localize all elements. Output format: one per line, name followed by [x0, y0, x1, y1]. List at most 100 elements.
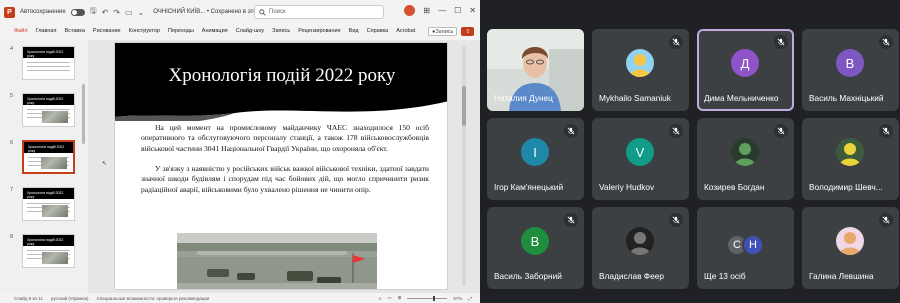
slide-scroll-thumb[interactable] — [462, 86, 466, 126]
account-avatar[interactable] — [404, 5, 416, 16]
search-box[interactable]: Поиск — [254, 5, 384, 19]
participant-tile[interactable]: Наталия Дунец — [487, 29, 584, 111]
thumbnail-title: Хронологія подій 2022 року — [23, 188, 74, 199]
participant-name: Владислав Феер — [599, 271, 664, 281]
maximize-icon[interactable]: ☐ — [454, 6, 461, 15]
zoom-slider[interactable] — [407, 295, 448, 301]
slide-thumbnail[interactable]: Хронологія подій 2022 року — [22, 234, 75, 268]
slideshow-icon[interactable]: ▭ — [125, 8, 133, 17]
participant-name: Valeriy Hudkov — [599, 182, 655, 192]
share-button[interactable]: ⇪ — [461, 27, 474, 36]
slide-thumbnail[interactable]: Хронологія подій 2022 року — [22, 187, 75, 221]
participant-tile[interactable]: І Ігор Кам'янецький — [487, 118, 584, 200]
ribbon-tab[interactable]: Анимация — [202, 28, 228, 34]
ribbon-tab[interactable]: Рецензирование — [298, 28, 340, 34]
participant-name: Василь Заборний — [494, 271, 562, 281]
ribbon-tabs: Файл Главная Вставка Рисование Конструктор Пе… — [0, 24, 480, 38]
mouse-cursor-icon: ↖ — [102, 161, 108, 167]
participant-tile[interactable]: Mykhailo Samaniuk — [592, 29, 689, 111]
minimize-icon[interactable]: — — [438, 6, 446, 15]
more-participants-tile[interactable]: C Н Ще 13 осіб — [697, 207, 794, 289]
thumbnail-text-line — [27, 250, 70, 251]
autosave-toggle[interactable] — [70, 8, 85, 16]
participant-tile[interactable]: Д Дима Мельниченко — [697, 29, 794, 111]
participant-tile[interactable]: V Valeriy Hudkov — [592, 118, 689, 200]
notes-icon[interactable]: ≡ — [379, 296, 382, 301]
undo-icon[interactable]: ↶ — [102, 8, 109, 17]
participant-tile[interactable]: В Василь Заборний — [487, 207, 584, 289]
participant-name: Mykhailo Samaniuk — [599, 93, 671, 103]
ribbon-tab[interactable]: Запись — [272, 28, 290, 34]
participant-tile[interactable]: В Василь Махніцький — [802, 29, 899, 111]
ribbon-tab[interactable]: Вид — [349, 28, 359, 34]
slide-thumbnail[interactable]: Хронологія подій 2022 року — [22, 93, 75, 127]
ribbon-tab[interactable]: Acrobat — [396, 28, 415, 34]
ribbon-tab[interactable]: Конструктор — [129, 28, 160, 34]
participant-tile[interactable]: Владислав Феер — [592, 207, 689, 289]
mic-off-icon — [669, 213, 683, 227]
thumbnail-number: 4 — [10, 46, 14, 52]
autosave-label: Автосохранение — [20, 9, 66, 15]
ribbon-display-icon[interactable]: ⊞ — [423, 6, 430, 15]
ribbon-tab[interactable]: Вставка — [64, 28, 84, 34]
ribbon-tab[interactable]: Рисование — [93, 28, 121, 34]
screen: P Автосохранение 🖫 ↶ ↷ ▭ ⌄ ОЧНІСНИЙ КИЇВ… — [0, 0, 900, 303]
slide-thumbnail[interactable]: Хронологія подій 2022 року — [22, 46, 75, 80]
mic-off-icon — [774, 124, 788, 138]
participant-photo-avatar — [626, 49, 654, 77]
slide-paragraph-1: На цей момент на промисловому майданчику… — [141, 123, 429, 153]
participant-photo-avatar — [836, 138, 864, 166]
save-icon[interactable]: 🖫 — [90, 5, 97, 19]
participant-name: Козирев Богдан — [704, 182, 765, 192]
slide-canvas[interactable]: Хронологія подій 2022 року На цей момент… — [114, 42, 448, 290]
slide-counter: Слайд 6 из 11 — [14, 295, 44, 301]
participant-photo-avatar — [836, 227, 864, 255]
normal-view-icon[interactable]: ▭ — [387, 295, 391, 301]
close-icon[interactable]: ✕ — [469, 6, 476, 15]
accessibility-status[interactable]: Специальные возможности: проверьте реком… — [97, 296, 210, 301]
ribbon-tab[interactable]: Переходы — [168, 28, 194, 34]
slide-thumbnail[interactable]: Хронологія подій 2022 року — [22, 140, 75, 174]
mic-off-icon — [774, 35, 788, 49]
participant-name: Наталия Дунец — [494, 93, 553, 103]
slide-photo-military-vehicles — [177, 233, 377, 289]
thumbnail-title: Хронологія подій 2022 року — [24, 142, 73, 153]
thumbnail-number: 5 — [10, 93, 14, 99]
slide-vertical-scrollbar[interactable] — [462, 46, 466, 286]
participant-tile[interactable]: Козирев Богдан — [697, 118, 794, 200]
ribbon-tab[interactable]: Главная — [36, 28, 57, 34]
status-bar: Слайд 6 из 11 русский (Украина) Специаль… — [0, 293, 480, 303]
thumbnails-scrollbar[interactable] — [82, 84, 85, 144]
redo-icon[interactable]: ↷ — [113, 8, 120, 17]
ribbon-tab[interactable]: Справка — [367, 28, 389, 34]
mic-off-icon — [879, 35, 893, 49]
mic-off-icon — [879, 124, 893, 138]
powerpoint-logo-icon: P — [4, 6, 15, 18]
fit-to-window-icon[interactable]: ⤢ — [468, 296, 472, 301]
thumbnail-text-line — [27, 62, 70, 63]
slide-thumbnails-pane: 4 Хронологія подій 2022 року 5 Хронологія п… — [0, 40, 88, 293]
ribbon-tab[interactable]: Файл — [14, 28, 28, 34]
thumbnail-image — [42, 111, 68, 123]
more-participant-avatar: Н — [742, 234, 764, 256]
thumbnail-title: Хронологія подій 2022 року — [23, 235, 74, 246]
mic-off-icon — [669, 124, 683, 138]
customize-toolbar-icon[interactable]: ⌄ — [138, 8, 145, 17]
powerpoint-window: P Автосохранение 🖫 ↶ ↷ ▭ ⌄ ОЧНІСНИЙ КИЇВ… — [0, 0, 480, 303]
participants-grid: Наталия Дунец Mykhailo Samaniuk Д Дима Мель… — [480, 0, 900, 303]
record-button[interactable]: ● Запись — [428, 27, 458, 36]
thumbnail-text-line — [27, 109, 70, 110]
sorter-view-icon[interactable]: ⊞ — [398, 295, 402, 301]
participant-tile[interactable]: Галина Левшина — [802, 207, 899, 289]
thumbnail-image — [41, 157, 67, 169]
mic-off-icon — [669, 35, 683, 49]
thumbnail-text-line — [27, 70, 70, 71]
zoom-level: 57% — [453, 295, 463, 301]
participant-avatar: V — [626, 138, 654, 166]
search-placeholder: Поиск — [269, 9, 286, 15]
participant-tile[interactable]: Володимир Шевч... — [802, 118, 899, 200]
ribbon-tab[interactable]: Слайд-шоу — [236, 28, 265, 34]
participant-avatar: І — [521, 138, 549, 166]
language-indicator[interactable]: русский (Украина) — [51, 296, 89, 301]
mic-off-icon — [564, 124, 578, 138]
